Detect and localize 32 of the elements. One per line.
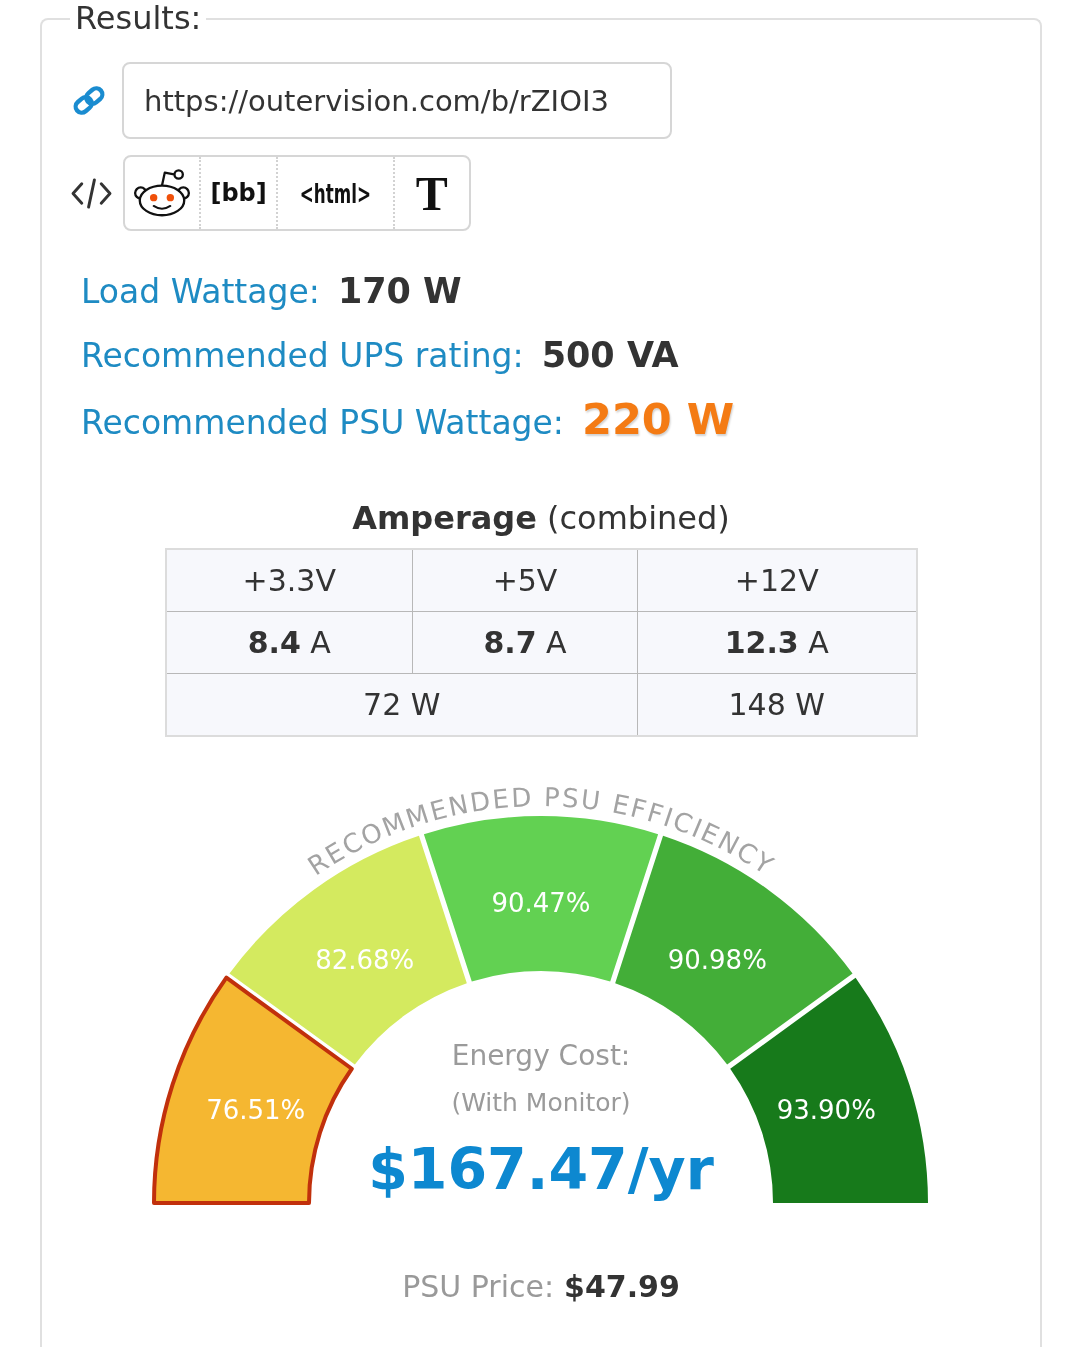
- price-value: $47.99: [564, 1268, 680, 1306]
- bbcode-button[interactable]: [bb]: [199, 157, 276, 229]
- panel-title: Results:: [74, 0, 203, 37]
- code-icon: [70, 175, 113, 211]
- stat-value: 500 VA: [541, 334, 679, 377]
- table-cell: 148 W: [637, 673, 917, 736]
- table-cell: +5V: [412, 549, 638, 612]
- table-cell: +3.3V: [165, 549, 413, 612]
- text-button[interactable]: T: [392, 157, 469, 229]
- table-cell: 8.7 A: [412, 611, 638, 674]
- segment-label: 90.98%: [667, 945, 767, 976]
- table-title: Amperage (combined): [352, 498, 730, 539]
- table-cell: 72 W: [165, 673, 638, 736]
- segment-label: 82.68%: [315, 945, 415, 976]
- html-code-button[interactable]: <html>: [275, 157, 393, 229]
- segment-label: 90.47%: [491, 888, 591, 918]
- price-label: PSU Price:: [402, 1268, 555, 1306]
- url-field[interactable]: https://outervision.com/b/rZIOI3: [122, 62, 672, 139]
- table-cell: 12.3 A: [637, 611, 917, 674]
- table-cell: +12V: [637, 549, 917, 612]
- segment-label: 93.90%: [776, 1095, 876, 1126]
- stat-value: 220 W: [582, 393, 735, 446]
- alien-head-icon: [132, 168, 193, 218]
- stat-label: Recommended PSU Wattage:: [81, 402, 564, 444]
- stat-label: Load Wattage:: [81, 271, 320, 313]
- stat-label: Recommended UPS rating:: [81, 335, 524, 377]
- table-cell: 8.4 A: [165, 611, 413, 674]
- cost-label: Energy Cost:: [451, 1038, 631, 1074]
- cost-value: $167.47/yr: [368, 1135, 714, 1204]
- cost-note: (With Monitor): [451, 1087, 631, 1119]
- stat-value: 170 W: [337, 270, 462, 313]
- segment-label: 76.51%: [206, 1095, 306, 1126]
